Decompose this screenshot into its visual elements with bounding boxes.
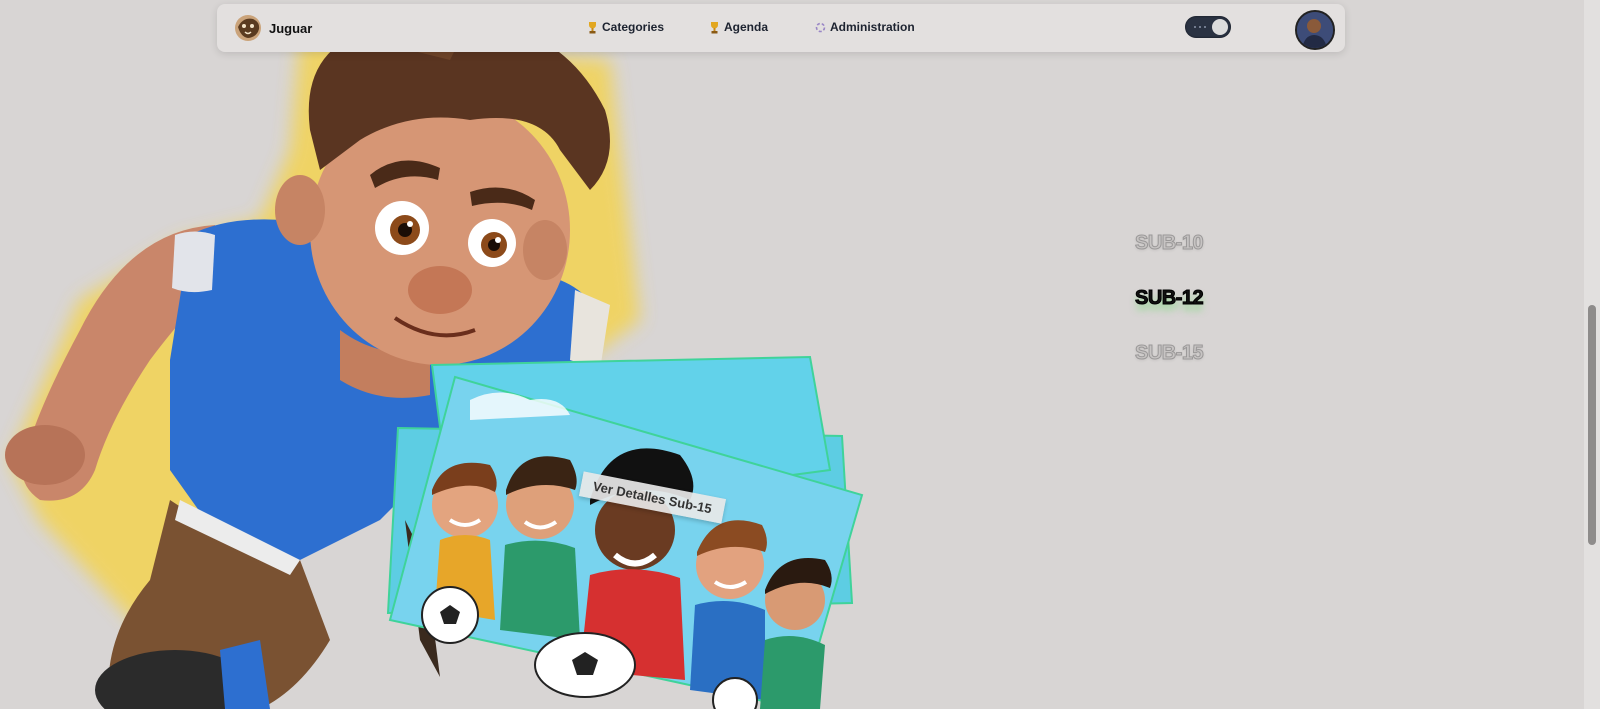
nav-link-administration[interactable]: Administration xyxy=(815,20,915,34)
category-list: SUB-10 SUB-12 SUB-15 xyxy=(1134,232,1204,397)
toggle-knob xyxy=(1212,19,1228,35)
top-navbar: Juguar Categories Agenda Administration xyxy=(217,4,1345,52)
category-item-sub-15[interactable]: SUB-15 xyxy=(1134,342,1204,365)
nav-label-agenda: Agenda xyxy=(724,20,769,34)
nav-link-agenda[interactable]: Agenda xyxy=(709,20,768,34)
scrollbar-thumb[interactable] xyxy=(1588,305,1596,545)
soccer-ball-icon xyxy=(421,586,479,644)
brand[interactable]: Juguar xyxy=(233,13,312,43)
nav-link-categories[interactable]: Categories xyxy=(587,20,664,34)
nav-label-administration: Administration xyxy=(830,20,915,34)
trophy-icon xyxy=(711,21,718,33)
category-item-sub-10[interactable]: SUB-10 xyxy=(1134,232,1204,255)
page: Juguar Categories Agenda Administration xyxy=(0,0,1600,709)
trophy-icon xyxy=(589,21,596,33)
theme-toggle[interactable] xyxy=(1185,16,1231,38)
soccer-ball-icon xyxy=(534,632,636,698)
kid-4 xyxy=(690,520,767,700)
toggle-dots-icon xyxy=(1194,26,1206,28)
brand-name: Juguar xyxy=(269,20,313,36)
page-scrollbar[interactable] xyxy=(1584,0,1600,709)
avatar-portrait-icon xyxy=(1297,12,1333,48)
nav-label-categories: Categories xyxy=(602,20,665,34)
spinner-icon xyxy=(815,22,826,32)
category-item-sub-12[interactable]: SUB-12 xyxy=(1134,287,1204,310)
user-avatar[interactable] xyxy=(1295,10,1335,50)
kid-2 xyxy=(500,456,580,640)
jaguar-logo-icon xyxy=(235,15,261,41)
